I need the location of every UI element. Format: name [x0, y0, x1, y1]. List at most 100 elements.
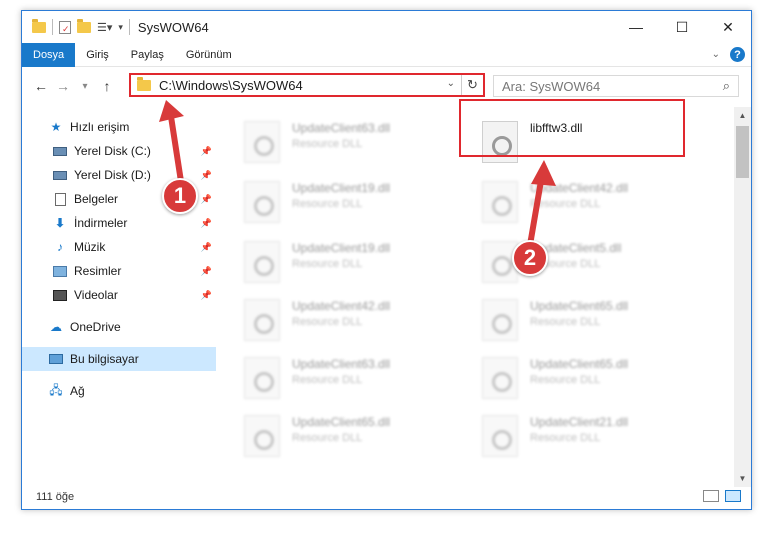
tab-share[interactable]: Paylaş: [120, 43, 175, 67]
sidebar-item-label: İndirmeler: [74, 216, 128, 230]
recent-locations-button[interactable]: ▾: [74, 81, 96, 92]
pin-icon[interactable]: 📌: [201, 218, 212, 229]
tiles-view-icon[interactable]: [725, 490, 741, 502]
sidebar-item-local-disk-c[interactable]: Yerel Disk (C:) 📌: [22, 139, 216, 163]
file-item[interactable]: UpdateClient65.dll Resource DLL: [222, 409, 452, 465]
window-controls: — ☐ ✕: [613, 11, 751, 43]
properties-icon[interactable]: ✓: [59, 20, 71, 34]
sidebar-item-label: Bu bilgisayar: [70, 352, 139, 366]
file-type: Resource DLL: [292, 432, 363, 444]
sidebar-item-network[interactable]: 🖧 Ağ: [22, 379, 216, 403]
minimize-button[interactable]: —: [613, 11, 659, 43]
sidebar-item-pictures[interactable]: Resimler 📌: [22, 259, 216, 283]
file-name: UpdateClient19.dll: [292, 181, 391, 195]
back-button[interactable]: ←: [30, 78, 52, 94]
scroll-up-icon[interactable]: ▲: [734, 107, 751, 124]
file-highlight-box: [459, 99, 685, 157]
file-item[interactable]: UpdateClient5.dll Resource DLL: [460, 235, 690, 291]
sidebar-item-onedrive[interactable]: ☁ OneDrive: [22, 315, 216, 339]
navigation-pane: ★ Hızlı erişim Yerel Disk (C:) 📌 Yerel D…: [22, 107, 216, 487]
ribbon-right: ⌄ ?: [712, 47, 745, 62]
dll-file-icon: [482, 357, 518, 399]
sidebar-item-label: Hızlı erişim: [70, 120, 130, 134]
file-item[interactable]: UpdateClient63.dll Resource DLL: [222, 115, 452, 171]
file-name: UpdateClient65.dll: [292, 415, 391, 429]
chevron-down-icon[interactable]: ⌄: [447, 78, 455, 89]
sidebar-item-label: Müzik: [74, 240, 106, 254]
file-type: Resource DLL: [292, 198, 363, 210]
search-icon[interactable]: ⌕: [723, 78, 730, 94]
tab-file[interactable]: Dosya: [22, 42, 76, 67]
sidebar-item-quick-access[interactable]: ★ Hızlı erişim: [22, 115, 216, 139]
step-2-badge: 2: [512, 240, 548, 276]
status-bar: 111 öğe: [22, 485, 751, 509]
file-item[interactable]: UpdateClient63.dll Resource DLL: [222, 351, 452, 407]
file-item[interactable]: UpdateClient19.dll Resource DLL: [222, 175, 452, 231]
file-type: Resource DLL: [530, 198, 601, 210]
scrollbar-thumb[interactable]: [736, 126, 749, 178]
file-item[interactable]: UpdateClient65.dll Resource DLL: [460, 351, 690, 407]
pin-icon[interactable]: 📌: [201, 194, 212, 205]
file-name: UpdateClient19.dll: [292, 241, 391, 255]
star-icon: ★: [50, 120, 62, 134]
quick-access-toolbar: ✓ ☰▾ ▾: [22, 18, 130, 35]
pin-icon[interactable]: 📌: [201, 290, 212, 301]
file-item[interactable]: UpdateClient42.dll Resource DLL: [222, 293, 452, 349]
explorer-window: ✓ ☰▾ ▾ SysWOW64 — ☐ ✕ Dosya Giriş Paylaş…: [21, 10, 752, 510]
sidebar-item-downloads[interactable]: ⬇ İndirmeler 📌: [22, 211, 216, 235]
new-folder-icon[interactable]: [77, 18, 91, 33]
folder-icon: [137, 76, 151, 91]
sidebar-item-music[interactable]: ♪ Müzik 📌: [22, 235, 216, 259]
file-item[interactable]: UpdateClient19.dll Resource DLL: [222, 235, 452, 291]
maximize-button[interactable]: ☐: [659, 11, 705, 43]
music-icon: ♪: [57, 240, 63, 254]
file-item[interactable]: UpdateClient42.dll Resource DLL: [460, 175, 690, 231]
help-icon[interactable]: ?: [730, 47, 745, 62]
file-type: Resource DLL: [292, 258, 363, 270]
sidebar-item-label: Yerel Disk (D:): [74, 168, 151, 182]
details-view-icon[interactable]: [703, 490, 719, 502]
pin-icon[interactable]: 📌: [201, 242, 212, 253]
file-item[interactable]: UpdateClient65.dll Resource DLL: [460, 293, 690, 349]
file-name: UpdateClient63.dll: [292, 357, 391, 371]
pin-icon[interactable]: 📌: [201, 170, 212, 181]
address-bar[interactable]: C:\Windows\SysWOW64 ⌄ ↻: [129, 73, 485, 97]
ribbon-tabs: Dosya Giriş Paylaş Görünüm ⌄ ?: [22, 42, 751, 67]
downloads-icon: ⬇: [54, 216, 66, 230]
refresh-icon[interactable]: ↻: [461, 75, 483, 95]
sidebar-item-label: Resimler: [74, 264, 122, 278]
dll-file-icon: [244, 299, 280, 341]
sidebar-item-label: Belgeler: [74, 192, 119, 206]
sidebar-item-videos[interactable]: Videolar 📌: [22, 283, 216, 307]
pin-icon[interactable]: 📌: [201, 266, 212, 277]
search-placeholder: Ara: SysWOW64: [502, 78, 601, 94]
search-input[interactable]: Ara: SysWOW64 ⌕: [493, 75, 739, 97]
navigation-bar: ← → ▾ ↑ C:\Windows\SysWOW64 ⌄ ↻ Ara: Sys…: [22, 71, 751, 101]
file-type: Resource DLL: [530, 316, 601, 328]
dll-file-icon: [244, 357, 280, 399]
file-item[interactable]: UpdateClient21.dll Resource DLL: [460, 409, 690, 465]
file-name: UpdateClient63.dll: [292, 121, 391, 135]
dll-file-icon: [244, 415, 280, 457]
tab-view[interactable]: Görünüm: [175, 43, 243, 67]
item-count: 111 öğe: [36, 491, 75, 503]
dll-file-icon: [244, 121, 280, 163]
expand-ribbon-icon[interactable]: ⌄: [712, 49, 720, 60]
address-path[interactable]: C:\Windows\SysWOW64: [159, 78, 303, 93]
file-type: Resource DLL: [292, 374, 363, 386]
sidebar-item-label: OneDrive: [70, 320, 121, 334]
file-type: Resource DLL: [292, 138, 363, 150]
customize-icon[interactable]: ☰▾: [97, 21, 112, 34]
forward-button[interactable]: →: [52, 78, 74, 94]
dll-file-icon: [482, 181, 518, 223]
close-button[interactable]: ✕: [705, 11, 751, 43]
up-button[interactable]: ↑: [96, 78, 118, 94]
quick-access-dropdown-icon[interactable]: ▾: [118, 22, 123, 33]
file-name: UpdateClient21.dll: [530, 415, 629, 429]
sidebar-item-this-pc[interactable]: Bu bilgisayar: [22, 347, 216, 371]
vertical-scrollbar[interactable]: ▲ ▼: [734, 107, 751, 487]
pin-icon[interactable]: 📌: [201, 146, 212, 157]
network-icon: 🖧: [49, 382, 63, 397]
tab-home[interactable]: Giriş: [75, 43, 120, 67]
file-list: UpdateClient63.dll Resource DLL UpdateCli…: [222, 107, 735, 483]
